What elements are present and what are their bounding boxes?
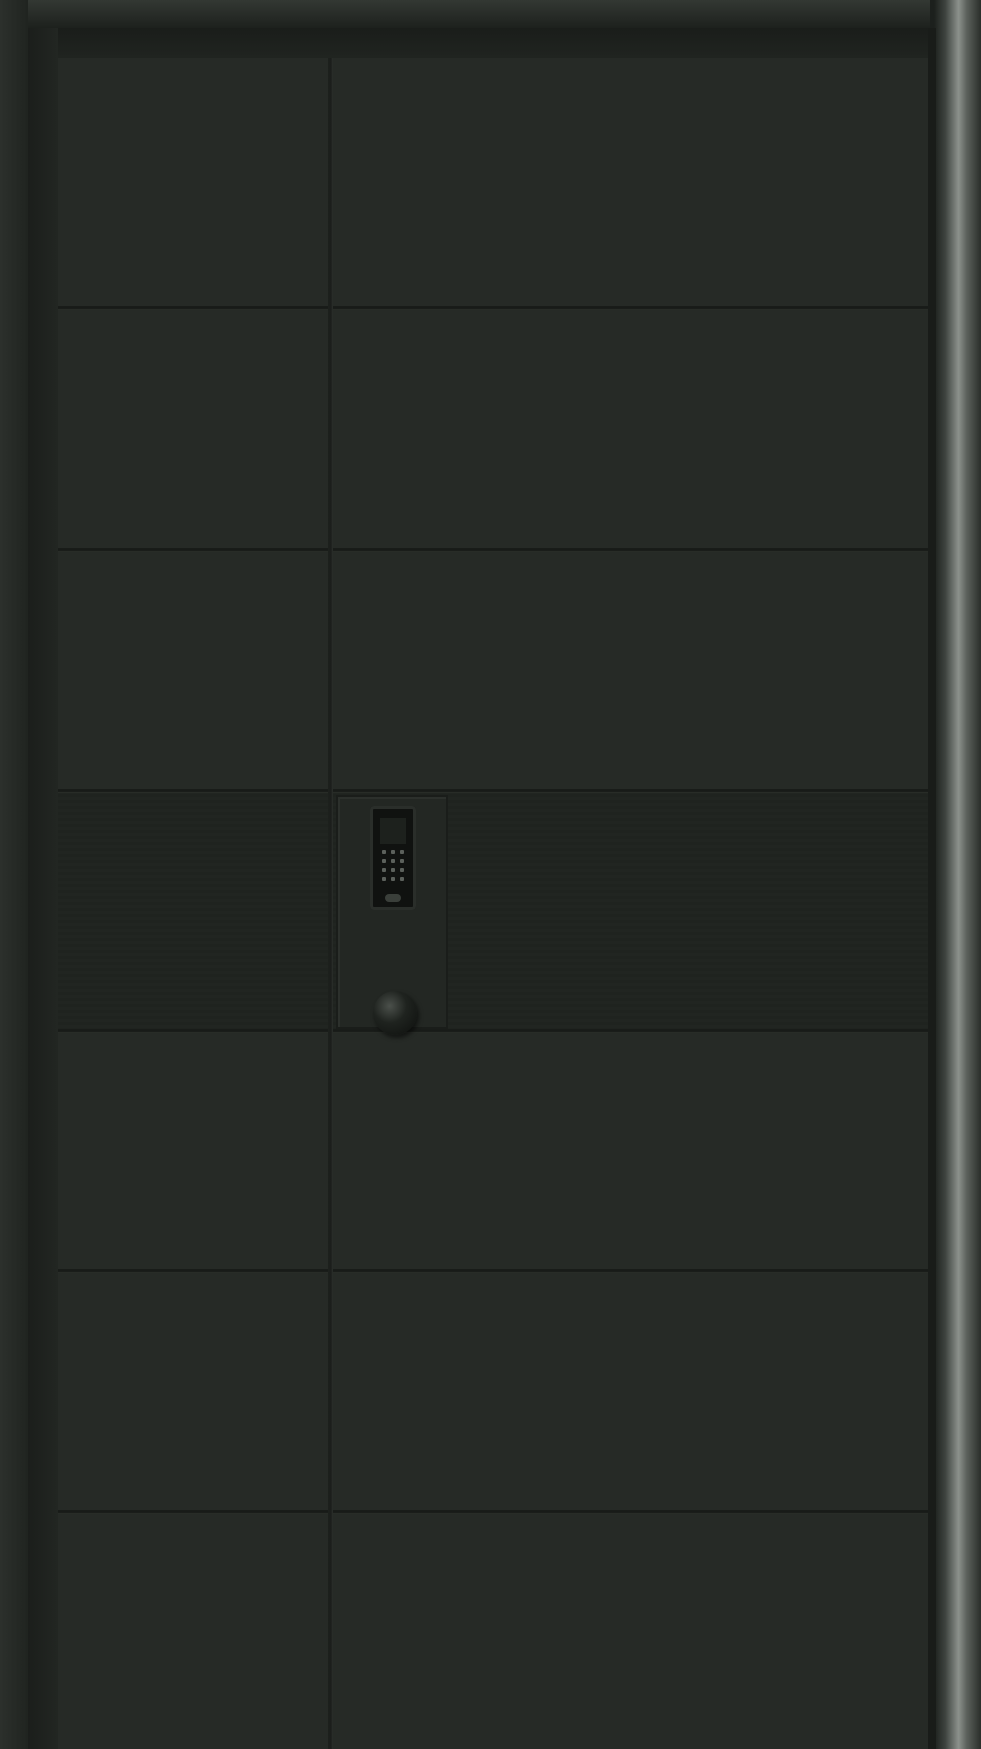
door-frame-bevel-left [28, 28, 58, 1749]
panel-groove [58, 306, 928, 310]
keypad-key[interactable] [391, 850, 395, 854]
panel-groove [58, 789, 928, 793]
keypad-key[interactable] [382, 859, 386, 863]
keypad-key[interactable] [382, 868, 386, 872]
fingerprint-sensor[interactable] [385, 894, 401, 902]
keypad-key[interactable] [391, 868, 395, 872]
door-knob[interactable] [373, 991, 417, 1035]
keypad-key[interactable] [400, 868, 404, 872]
keypad-display [380, 818, 406, 844]
keypad-key[interactable] [391, 859, 395, 863]
door-frame-top [0, 0, 981, 28]
keypad-key[interactable] [400, 877, 404, 881]
door-hardware-band [58, 791, 928, 1031]
panel-groove [58, 1510, 928, 1514]
door-frame-bevel-right [928, 28, 936, 1749]
door-frame-bevel-top [28, 28, 932, 58]
panel-groove [58, 1269, 928, 1273]
keypad-key[interactable] [382, 850, 386, 854]
door-leaf [58, 58, 928, 1749]
keypad-key[interactable] [400, 850, 404, 854]
door-frame-left [0, 0, 28, 1749]
keypad-buttons[interactable] [382, 850, 404, 890]
keypad-lock[interactable] [370, 806, 416, 910]
door-frame-right [930, 0, 981, 1749]
panel-groove [58, 548, 928, 552]
panel-groove-vertical [328, 58, 333, 1749]
keypad-key[interactable] [382, 877, 386, 881]
panel-groove [58, 1029, 928, 1033]
keypad-key[interactable] [400, 859, 404, 863]
keypad-key[interactable] [391, 877, 395, 881]
door-scene [0, 0, 981, 1749]
